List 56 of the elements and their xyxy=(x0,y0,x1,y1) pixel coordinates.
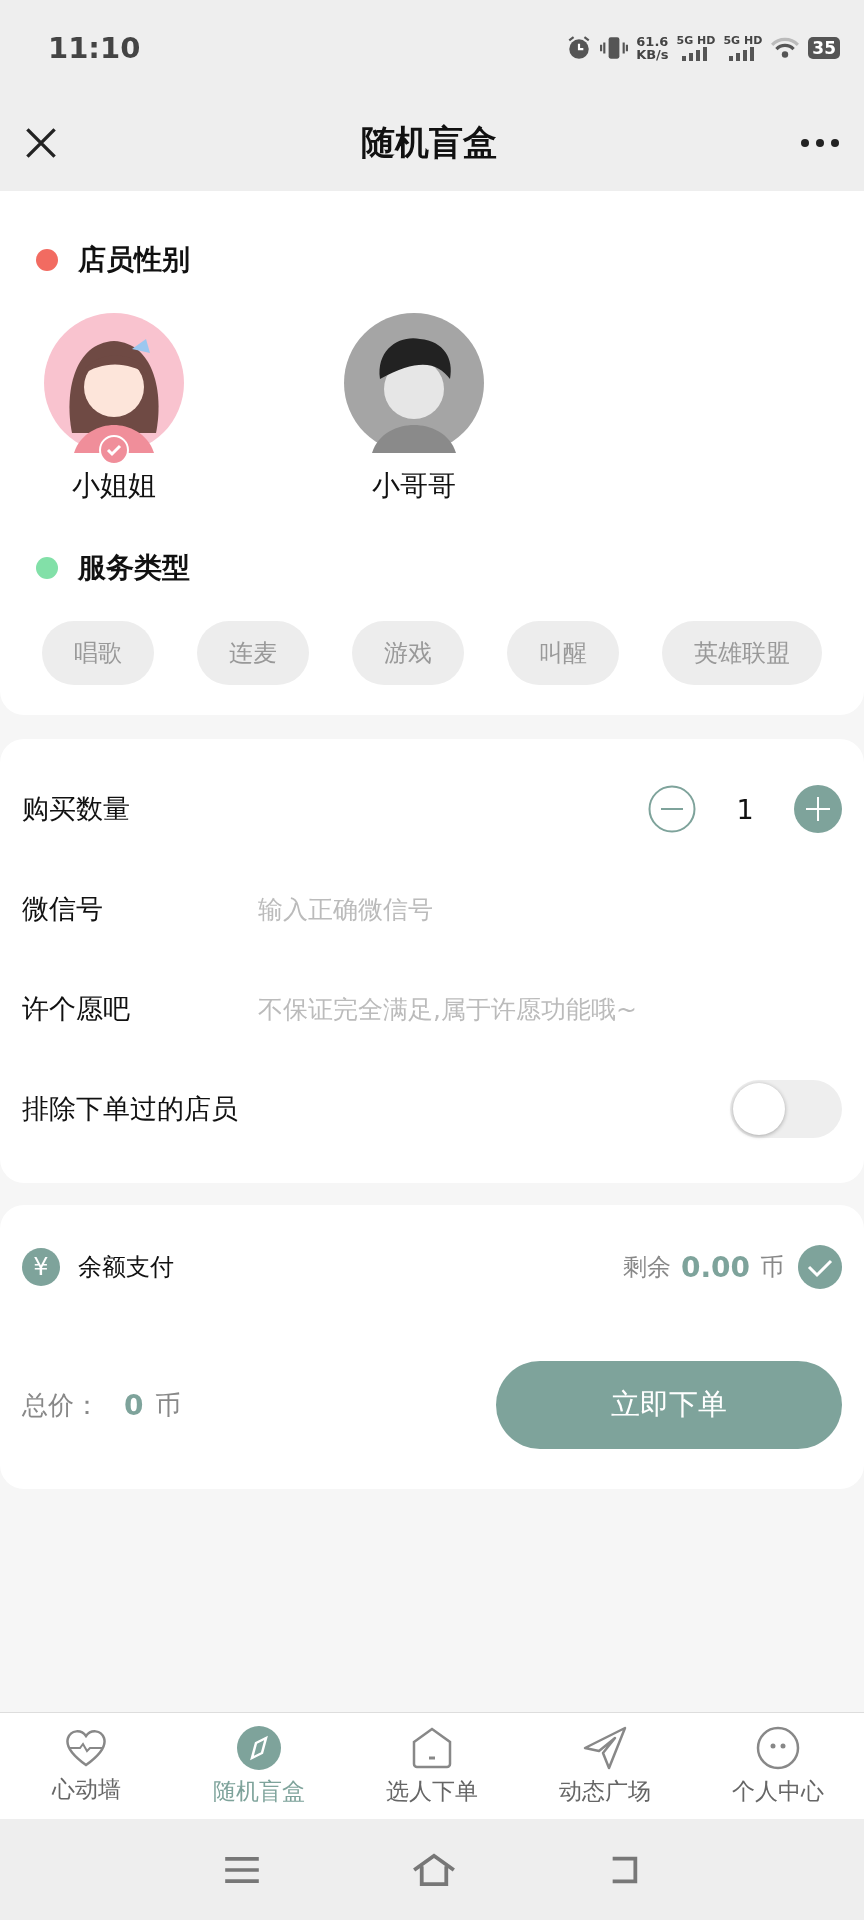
smiley-icon[interactable] xyxy=(755,1725,800,1770)
network-type: 5G HD xyxy=(676,34,716,47)
total-label: 总价： xyxy=(22,1388,100,1422)
service-tag[interactable]: 游戏 xyxy=(352,621,464,685)
compass-icon[interactable] xyxy=(237,1725,282,1770)
input-field[interactable]: 输入正确微信号 xyxy=(258,894,842,924)
currency-unit: 币 xyxy=(760,1252,784,1283)
tab-item[interactable]: 动态广场 xyxy=(518,1713,692,1819)
plus-icon[interactable] xyxy=(794,785,842,833)
total-amount: 0 xyxy=(124,1388,144,1422)
section-title: 服务类型 xyxy=(78,550,190,586)
check-icon[interactable] xyxy=(798,1245,842,1289)
gender-option[interactable]: 小姐姐 xyxy=(44,313,184,505)
menu-icon[interactable] xyxy=(223,1855,261,1884)
tab-item[interactable]: 个人中心 xyxy=(691,1713,864,1819)
more-icon[interactable] xyxy=(800,138,840,148)
network-type: 5G HD xyxy=(723,34,763,47)
field-label: 微信号 xyxy=(22,892,104,926)
battery-level: 35 xyxy=(808,36,840,59)
home-icon[interactable] xyxy=(411,1852,457,1887)
speed-unit: KB/s xyxy=(636,47,669,61)
quantity-value: 1 xyxy=(735,793,755,825)
check-badge-icon xyxy=(99,435,129,465)
service-tag[interactable]: 连麦 xyxy=(197,621,309,685)
order-button[interactable]: 立即下单 xyxy=(496,1361,842,1449)
input-field[interactable]: 不保证完全满足,属于许愿功能哦~ xyxy=(258,994,842,1024)
tab-item[interactable]: 选人下单 xyxy=(345,1713,519,1819)
wifi-icon xyxy=(770,35,801,60)
close-icon[interactable] xyxy=(24,126,58,160)
avatar-icon xyxy=(44,313,184,453)
payment-label: 余额支付 xyxy=(78,1252,175,1283)
page-title: 随机盲盒 xyxy=(361,121,497,164)
field-label: 购买数量 xyxy=(22,792,131,826)
service-tag[interactable]: 英雄联盟 xyxy=(662,621,822,685)
house-icon[interactable] xyxy=(410,1725,454,1770)
tab-item[interactable]: 心动墙 xyxy=(0,1713,173,1819)
vibrate-icon xyxy=(600,34,629,61)
minus-icon[interactable] xyxy=(648,785,696,833)
currency-unit: 币 xyxy=(155,1388,183,1422)
heart-icon[interactable] xyxy=(64,1727,109,1768)
toggle-switch[interactable] xyxy=(730,1080,842,1138)
gender-option[interactable]: 小哥哥 xyxy=(344,313,484,505)
balance-amount: 0.00 xyxy=(680,1250,750,1284)
field-label: 排除下单过的店员 xyxy=(22,1092,239,1126)
paper-plane-icon[interactable] xyxy=(582,1725,627,1770)
signal-icon xyxy=(728,46,757,61)
clock: 11:10 xyxy=(48,30,142,65)
service-tag[interactable]: 叫醒 xyxy=(507,621,619,685)
tab-item[interactable]: 随机盲盒 xyxy=(172,1713,346,1819)
avatar-icon xyxy=(344,313,484,453)
remaining-label: 剩余 xyxy=(622,1252,671,1283)
field-label: 许个愿吧 xyxy=(22,992,131,1026)
service-tag[interactable]: 唱歌 xyxy=(42,621,154,685)
network-speed: 61.6 xyxy=(636,34,669,48)
section-title: 店员性别 xyxy=(78,242,190,278)
yen-icon: ¥ xyxy=(22,1248,60,1286)
